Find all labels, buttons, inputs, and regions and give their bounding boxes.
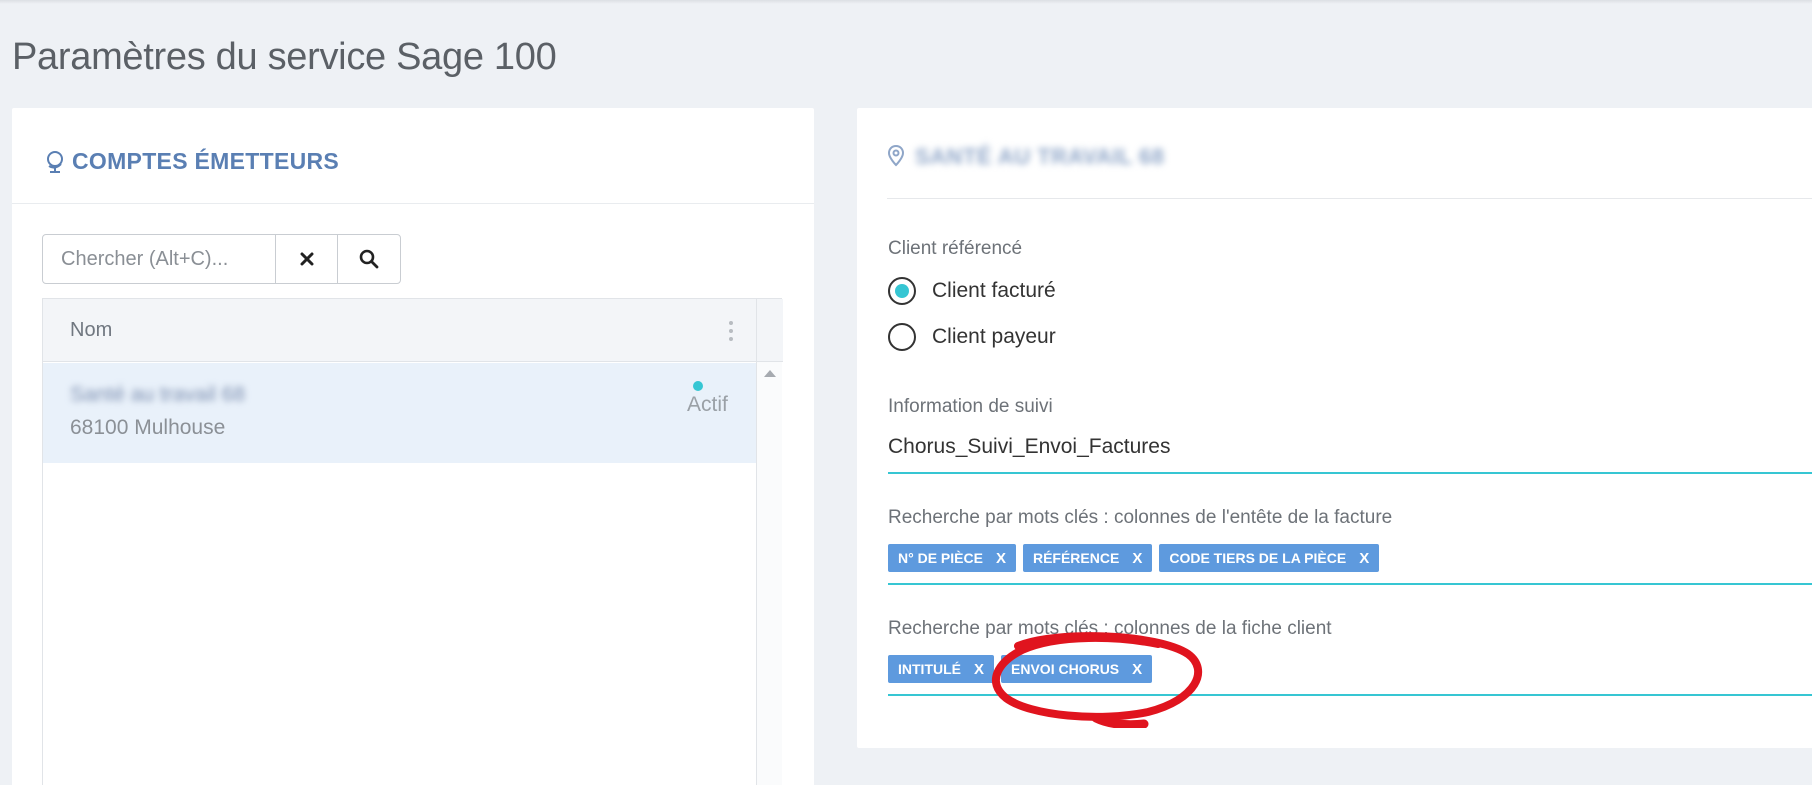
table-header: Nom (43, 299, 756, 362)
table-scrollbar[interactable] (756, 299, 783, 785)
account-title: SANTÉ AU TRAVAIL 68 (915, 144, 1165, 169)
search-icon (359, 249, 378, 269)
divider (887, 198, 1812, 199)
scroll-up-arrow-icon[interactable] (764, 370, 776, 377)
table-row[interactable]: Santé au travail 68 68100 Mulhouse Actif (43, 363, 756, 463)
tag-numero-piece: N° DE PIÈCE X (888, 544, 1016, 572)
tag-intitule: INTITULÉ X (888, 655, 995, 683)
keywords-header-tags[interactable]: N° DE PIÈCE X RÉFÉRENCE X CODE TIERS DE LA… (888, 544, 1380, 572)
account-city: 68100 Mulhouse (70, 416, 226, 439)
tag-envoi-chorus: ENVOI CHORUS X (1001, 655, 1153, 683)
remove-tag-icon[interactable]: X (1132, 661, 1142, 678)
keywords-client-tags[interactable]: INTITULÉ X ENVOI CHORUS X (888, 655, 1153, 683)
account-settings-panel: SANTÉ AU TRAVAIL 68 Client référencé Cli… (857, 108, 1812, 748)
keywords-header-underline (888, 583, 1812, 585)
accounts-panel: COMPTES ÉMETTEURS Nom Santé au travail 6… (12, 108, 814, 785)
accounts-panel-title: COMPTES ÉMETTEURS (72, 148, 340, 174)
radio-client-payeur[interactable] (888, 323, 916, 351)
keywords-client-label: Recherche par mots clés : colonnes de la… (888, 618, 1332, 639)
column-header-nom[interactable]: Nom (70, 319, 112, 342)
status-dot-icon (693, 381, 703, 391)
remove-tag-icon[interactable]: X (1132, 550, 1142, 567)
remove-tag-icon[interactable]: X (996, 550, 1006, 567)
column-menu-icon[interactable] (728, 320, 734, 342)
account-name: Santé au travail 68 (70, 383, 246, 406)
search-input[interactable] (43, 235, 275, 283)
search-group (42, 234, 401, 284)
suivi-label: Information de suivi (888, 396, 1053, 417)
keywords-header-label: Recherche par mots clés : colonnes de l'… (888, 507, 1393, 528)
radio-client-facture[interactable] (888, 277, 916, 305)
keywords-client-underline (888, 694, 1812, 696)
suivi-field[interactable]: Chorus_Suivi_Envoi_Factures (888, 435, 1170, 459)
radio-client-facture-label[interactable]: Client facturé (932, 279, 1056, 303)
accounts-panel-header: COMPTES ÉMETTEURS (12, 108, 814, 204)
top-bar-shadow (0, 0, 1812, 4)
location-pin-icon (887, 144, 905, 167)
page-title: Paramètres du service Sage 100 (12, 36, 557, 78)
remove-tag-icon[interactable]: X (1359, 550, 1369, 567)
account-status: Actif (687, 393, 728, 416)
search-button[interactable] (337, 235, 399, 283)
radio-client-payeur-label[interactable]: Client payeur (932, 325, 1056, 349)
accounts-table: Nom Santé au travail 68 68100 Mulhouse A… (42, 298, 783, 785)
clear-search-button[interactable] (275, 235, 337, 283)
tag-code-tiers: CODE TIERS DE LA PIÈCE X (1159, 544, 1380, 572)
client-ref-label: Client référencé (888, 238, 1023, 259)
close-icon (300, 252, 313, 266)
tag-reference: RÉFÉRENCE X (1022, 544, 1153, 572)
globe-icon (47, 151, 63, 173)
remove-tag-icon[interactable]: X (974, 661, 984, 678)
suivi-field-underline (888, 472, 1812, 474)
